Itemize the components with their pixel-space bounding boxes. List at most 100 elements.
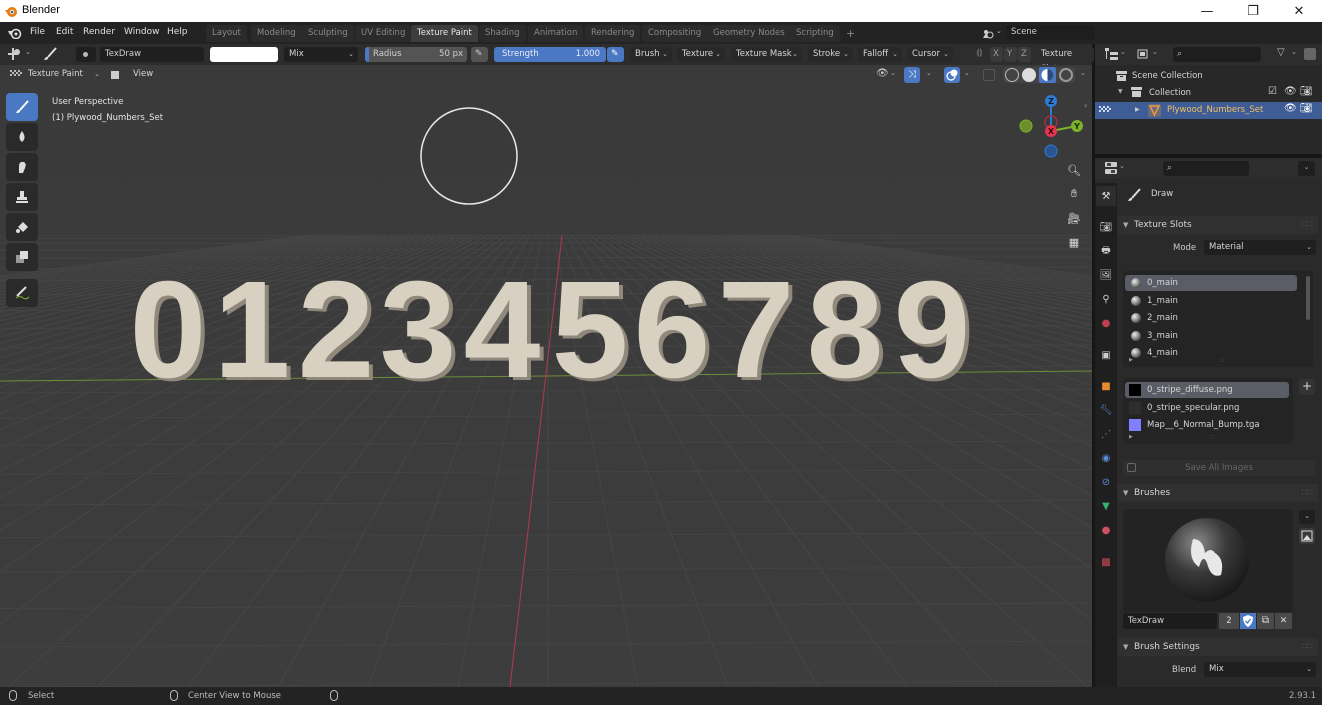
solid-shading-button[interactable] bbox=[1022, 68, 1036, 82]
radius-slider[interactable]: Radius 50 px bbox=[365, 47, 467, 62]
tool-annotate[interactable] bbox=[6, 279, 38, 307]
list-options-triangle-icon[interactable]: ▶ bbox=[1129, 357, 1133, 363]
material-slot-item[interactable]: 2_main bbox=[1125, 310, 1297, 326]
tab-compositing[interactable]: Compositing bbox=[642, 25, 708, 42]
image-slot-item[interactable]: 0_stripe_diffuse.png bbox=[1125, 382, 1289, 398]
tab-render[interactable]: 📷︎ bbox=[1096, 217, 1116, 237]
brush-datablock-name[interactable]: TexDraw bbox=[1123, 613, 1217, 629]
menu-help[interactable]: Help bbox=[167, 27, 188, 37]
material-slot-item[interactable]: 3_main bbox=[1125, 328, 1297, 344]
mode-dropdown[interactable]: Texture Paint ⌄ bbox=[24, 67, 104, 82]
brush-menu[interactable]: Brush ⌄ bbox=[630, 47, 672, 62]
properties-options-dropdown[interactable]: ⌄ bbox=[1298, 161, 1315, 176]
tab-constraints[interactable]: ⊘ bbox=[1096, 472, 1116, 492]
tab-texture-paint[interactable]: Texture Paint bbox=[411, 25, 478, 42]
chevron-down-icon[interactable]: ⌄ bbox=[926, 69, 932, 77]
tab-world[interactable]: ● bbox=[1096, 313, 1116, 333]
digit-6[interactable]: 6 bbox=[634, 253, 711, 407]
tab-uv-editing[interactable]: UV Editing bbox=[355, 25, 412, 42]
brush-users-count[interactable]: 2 bbox=[1219, 613, 1239, 629]
digit-8[interactable]: 8 bbox=[807, 253, 884, 407]
texture-menu[interactable]: Texture ⌄ bbox=[677, 47, 725, 62]
tab-rendering[interactable]: Rendering bbox=[585, 25, 641, 42]
mirror-y-toggle[interactable]: Y bbox=[1004, 47, 1017, 62]
tab-geometry-nodes[interactable]: Geometry Nodes bbox=[707, 25, 791, 42]
visibility-eye-icon[interactable]: 👁︎ bbox=[1284, 103, 1297, 114]
brush-tool-icon[interactable] bbox=[42, 47, 58, 62]
brush-color-swatch[interactable] bbox=[210, 47, 278, 62]
tab-particles[interactable]: ⋰ bbox=[1096, 424, 1116, 444]
brush-settings-panel-header[interactable]: ▼ Brush Settings ∷∷ bbox=[1118, 638, 1318, 656]
render-camera-icon[interactable]: 📷︎ bbox=[1300, 86, 1313, 97]
cursor-menu[interactable]: Cursor ⌄ bbox=[907, 47, 953, 62]
tab-scene[interactable]: ⚲ bbox=[1096, 289, 1116, 309]
tool-clone[interactable] bbox=[6, 183, 38, 211]
image-slot-item[interactable]: Map__6_Normal_Bump.tga bbox=[1125, 417, 1289, 433]
brush-preview-tile[interactable] bbox=[1123, 509, 1293, 612]
tool-soften[interactable] bbox=[6, 123, 38, 151]
camera-view-button[interactable]: 🎥︎ bbox=[1063, 207, 1085, 229]
tab-shading[interactable]: Shading bbox=[479, 25, 526, 42]
rendered-shading-button[interactable] bbox=[1059, 68, 1073, 82]
texture-slots-panel-header[interactable]: ▼ Texture Slots ∷∷ bbox=[1118, 216, 1318, 234]
overlays-toggle-button[interactable] bbox=[944, 67, 960, 83]
blender-menu-icon[interactable] bbox=[8, 27, 22, 39]
tab-layout[interactable]: Layout bbox=[206, 25, 247, 42]
3d-viewport[interactable]: 00112233445566778899 User Perspective (1… bbox=[0, 65, 1092, 687]
tab-modeling[interactable]: Modeling bbox=[251, 25, 302, 42]
brush-preview-button[interactable] bbox=[76, 47, 96, 62]
image-slot-item[interactable]: 0_stripe_specular.png bbox=[1125, 400, 1289, 416]
outliner-search-input[interactable]: ⌕ bbox=[1173, 47, 1261, 62]
tab-object[interactable]: ■ bbox=[1096, 376, 1116, 396]
tab-tool[interactable]: ⚒ bbox=[1096, 186, 1116, 206]
mirror-icon[interactable]: ⟬⟭ bbox=[976, 48, 983, 58]
drag-handle-icon[interactable]: ∷∷ bbox=[1302, 484, 1313, 502]
texture-slots-mode-dropdown[interactable]: Material ⌄ bbox=[1204, 240, 1316, 255]
render-camera-icon[interactable]: 📷︎ bbox=[1300, 103, 1313, 114]
new-collection-button[interactable] bbox=[1304, 48, 1316, 60]
view-menu[interactable]: View bbox=[128, 67, 160, 82]
tab-scripting[interactable]: Scripting bbox=[790, 25, 840, 42]
tab-sculpting[interactable]: Sculpting bbox=[302, 25, 354, 42]
digit-1[interactable]: 1 bbox=[214, 253, 291, 407]
strength-pressure-button[interactable]: ✎ bbox=[607, 47, 624, 62]
digit-2[interactable]: 2 bbox=[298, 253, 375, 407]
menu-edit[interactable]: Edit bbox=[56, 27, 73, 37]
properties-editor-type-icon[interactable] bbox=[1105, 162, 1117, 175]
minimize-button[interactable]: — bbox=[1184, 0, 1230, 22]
outliner-scene-collection[interactable]: Scene Collection bbox=[1132, 68, 1203, 84]
falloff-menu[interactable]: Falloff ⌄ bbox=[858, 47, 902, 62]
scene-icon[interactable] bbox=[982, 27, 994, 39]
drag-handle-icon[interactable]: ∷∷ bbox=[1302, 638, 1313, 656]
duplicate-brush-button[interactable]: ⧉ bbox=[1257, 613, 1274, 629]
zoom-view-button[interactable]: 🔍︎ bbox=[1063, 159, 1085, 181]
outliner-filter-view-icon[interactable] bbox=[1137, 48, 1150, 60]
outliner-collection[interactable]: Collection bbox=[1149, 85, 1191, 101]
pan-view-button[interactable]: ✋︎ bbox=[1063, 183, 1085, 205]
menu-render[interactable]: Render bbox=[83, 27, 115, 37]
tab-animation[interactable]: Animation bbox=[528, 25, 584, 42]
tab-modifiers[interactable]: 🔧︎ bbox=[1096, 400, 1116, 420]
list-resize-handle[interactable]: ∷∷ bbox=[1219, 357, 1227, 364]
list-resize-handle[interactable]: ∷∷ bbox=[1209, 434, 1217, 441]
brush-blend-dropdown[interactable]: Mix ⌄ bbox=[1204, 662, 1316, 677]
outliner-object-row[interactable]: ▶ Plywood_Numbers_Set 👁︎ 📷︎ bbox=[1095, 102, 1322, 119]
tool-draw[interactable] bbox=[6, 93, 38, 121]
tab-physics[interactable]: ◉ bbox=[1096, 448, 1116, 468]
mirror-x-toggle[interactable]: X bbox=[990, 47, 1003, 62]
chevron-down-icon[interactable]: ⌄ bbox=[890, 69, 896, 77]
exclude-checkbox[interactable]: ☑ bbox=[1268, 86, 1277, 97]
wireframe-shading-button[interactable] bbox=[1005, 68, 1019, 82]
strength-slider[interactable]: Strength 1.000 bbox=[494, 47, 606, 62]
material-slot-item[interactable]: 1_main bbox=[1125, 293, 1297, 309]
add-texture-slot-button[interactable]: + bbox=[1299, 379, 1315, 395]
close-window-button[interactable]: ✕ bbox=[1276, 0, 1322, 22]
save-all-images-button[interactable]: Save All Images bbox=[1123, 460, 1315, 476]
tab-view-layer[interactable]: 🖼︎ bbox=[1096, 265, 1116, 285]
sidebar-toggle-icon[interactable]: ‹ bbox=[1084, 101, 1087, 110]
unlink-brush-button[interactable]: ✕ bbox=[1275, 613, 1292, 629]
navigation-gizmo[interactable]: Z Y X bbox=[1015, 91, 1087, 159]
material-slot-item[interactable]: 4_main bbox=[1125, 345, 1297, 361]
texture-slots-popover[interactable]: Texture Slots bbox=[1036, 47, 1094, 74]
radius-pressure-button[interactable]: ✎ bbox=[471, 47, 488, 62]
